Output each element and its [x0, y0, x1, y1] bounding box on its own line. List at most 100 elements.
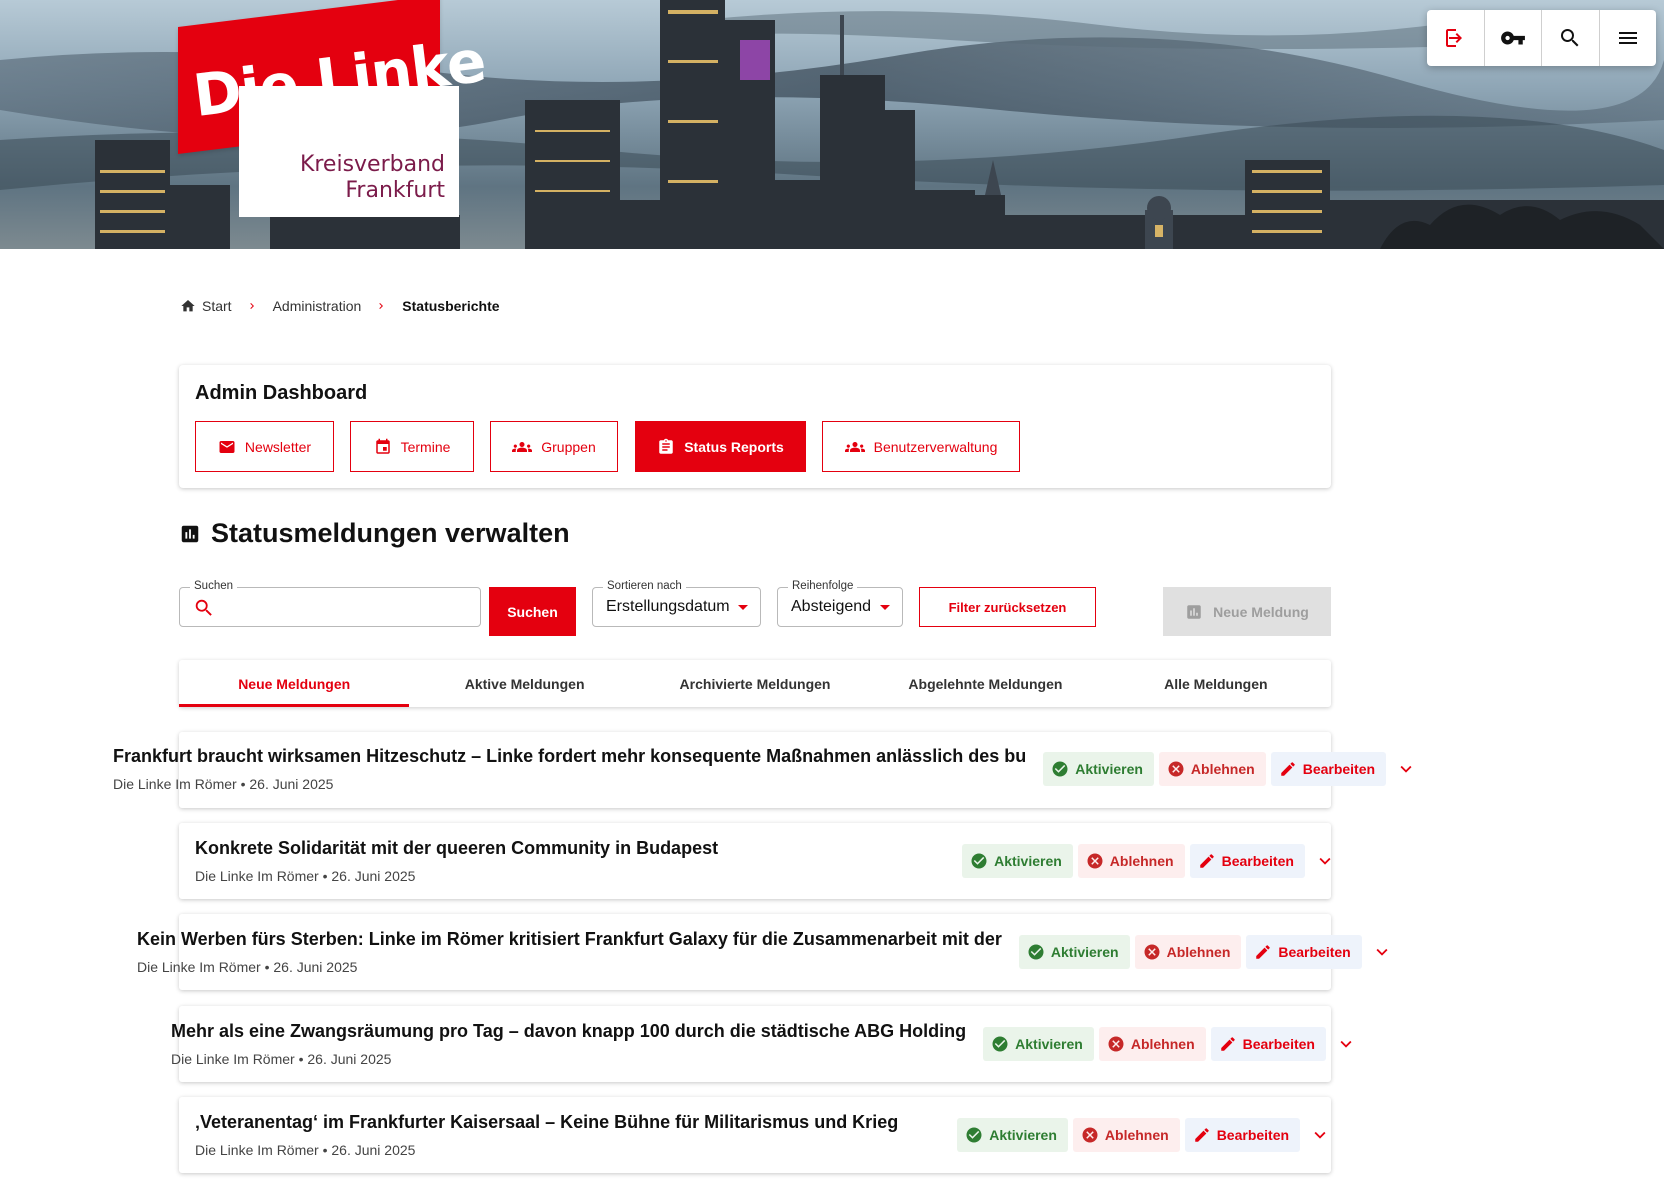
report-meta: Die Linke Im Römer • 26. Juni 2025	[195, 1142, 416, 1158]
search-icon	[195, 599, 212, 616]
report-text: Frankfurt braucht wirksamen Hitzeschutz …	[113, 746, 1026, 792]
tab-neue-meldungen[interactable]: Neue Meldungen	[179, 660, 410, 707]
edit-button[interactable]: Bearbeiten	[1189, 844, 1305, 878]
gruppen-button[interactable]: Gruppen	[490, 421, 618, 472]
password-button[interactable]	[1485, 10, 1542, 66]
check-circle-icon	[966, 1127, 982, 1143]
chevron-down-icon	[1319, 857, 1331, 865]
reject-label: Ablehnen	[1190, 761, 1255, 777]
search-field[interactable]: Suchen	[179, 580, 481, 627]
sort-value: Erstellungsdatum	[606, 598, 730, 615]
expand-button[interactable]	[1314, 850, 1336, 872]
benutzerverwaltung-button[interactable]: Benutzerverwaltung	[822, 421, 1020, 472]
search-submit-button[interactable]: Suchen	[489, 587, 576, 636]
logo-subtitle-line1: Kreisverband	[299, 152, 445, 177]
report-meta: Die Linke Im Römer • 26. Juni 2025	[137, 959, 358, 975]
pencil-icon	[1256, 945, 1271, 959]
calendar-icon	[375, 438, 390, 454]
activate-button[interactable]: Aktivieren	[957, 1118, 1068, 1152]
caret-down-icon	[880, 605, 890, 610]
cancel-circle-icon	[1082, 1127, 1098, 1143]
expand-button[interactable]	[1371, 941, 1393, 963]
caret-down-icon	[738, 605, 748, 610]
sort-label: Sortieren nach	[603, 580, 686, 592]
breadcrumb-administration[interactable]: Administration	[273, 298, 362, 314]
newsletter-label: Newsletter	[244, 438, 312, 455]
activate-label: Aktivieren	[1015, 1036, 1083, 1052]
gruppen-label: Gruppen	[541, 438, 596, 455]
chevron-down-icon	[1340, 1040, 1352, 1048]
tab-archivierte-meldungen[interactable]: Archivierte Meldungen	[640, 660, 870, 707]
expand-button[interactable]	[1335, 1033, 1357, 1055]
pencil-icon	[1280, 762, 1295, 776]
report-meta: Die Linke Im Römer • 26. Juni 2025	[113, 776, 334, 792]
report-row: Kein Werben fürs Sterben: Linke im Römer…	[137, 924, 1393, 980]
expand-button[interactable]	[1309, 1124, 1331, 1146]
edit-button[interactable]: Bearbeiten	[1246, 935, 1362, 969]
report-title[interactable]: Frankfurt braucht wirksamen Hitzeschutz …	[113, 746, 1026, 767]
activate-button[interactable]: Aktivieren	[1018, 935, 1130, 969]
reject-button[interactable]: Ablehnen	[1072, 1118, 1180, 1152]
reject-button[interactable]: Ablehnen	[1158, 752, 1266, 786]
activate-button[interactable]: Aktivieren	[983, 1027, 1094, 1061]
edit-label: Bearbeiten	[1242, 1036, 1315, 1052]
order-select[interactable]: Reihenfolge Absteigend	[777, 580, 903, 627]
activate-button[interactable]: Aktivieren	[962, 844, 1073, 878]
report-title[interactable]: Konkrete Solidarität mit der queeren Com…	[195, 838, 718, 859]
newsletter-button[interactable]: Newsletter	[195, 421, 334, 472]
tab-aktive-meldungen[interactable]: Aktive Meldungen	[409, 660, 639, 707]
edit-label: Bearbeiten	[1302, 761, 1376, 777]
logo-subtitle-box: Kreisverband Frankfurt	[239, 86, 459, 217]
edit-button[interactable]: Bearbeiten	[1210, 1027, 1326, 1061]
key-icon	[1500, 31, 1525, 45]
reject-label: Ablehnen	[1109, 853, 1174, 869]
report-row: Frankfurt braucht wirksamen Hitzeschutz …	[113, 741, 1417, 797]
chevron-right-icon	[375, 300, 387, 312]
check-circle-icon	[1028, 944, 1044, 960]
report-text: Mehr als eine Zwangsräumung pro Tag – da…	[171, 1021, 966, 1067]
edit-label: Bearbeiten	[1278, 944, 1351, 960]
activate-label: Aktivieren	[994, 853, 1062, 869]
reject-label: Ablehnen	[1130, 1036, 1195, 1052]
section-heading: Statusmeldungen verwalten	[179, 518, 570, 549]
admin-dashboard-card: Admin Dashboard Newsletter Termine Grupp…	[179, 365, 1331, 488]
edit-button[interactable]: Bearbeiten	[1270, 752, 1387, 786]
reject-button[interactable]: Ablehnen	[1134, 935, 1242, 969]
status-reports-button[interactable]: Status Reports	[635, 421, 806, 472]
tab-alle-meldungen[interactable]: Alle Meldungen	[1101, 660, 1331, 707]
sort-select[interactable]: Sortieren nach Erstellungsdatum	[592, 580, 761, 627]
breadcrumb-home[interactable]: Start	[180, 298, 232, 314]
reject-label: Ablehnen	[1166, 944, 1231, 960]
edit-label: Bearbeiten	[1221, 853, 1294, 869]
report-row: Mehr als eine Zwangsräumung pro Tag – da…	[171, 1016, 1357, 1072]
reset-filters-button[interactable]: Filter zurücksetzen	[919, 587, 1096, 627]
report-row: Konkrete Solidarität mit der queeren Com…	[195, 833, 1336, 889]
top-toolbar	[1427, 10, 1656, 66]
chevron-down-icon	[1376, 948, 1388, 956]
check-circle-icon	[971, 853, 987, 869]
new-report-button[interactable]: Neue Meldung	[1163, 587, 1331, 636]
chevron-right-icon	[246, 300, 258, 312]
cancel-circle-icon	[1144, 944, 1160, 960]
expand-button[interactable]	[1395, 758, 1417, 780]
report-title[interactable]: ‚Veteranentag‘ im Frankfurter Kaisersaal…	[195, 1112, 898, 1133]
activate-button[interactable]: Aktivieren	[1043, 752, 1154, 786]
reject-button[interactable]: Ablehnen	[1077, 844, 1185, 878]
menu-button[interactable]	[1600, 10, 1657, 66]
report-meta: Die Linke Im Römer • 26. Juni 2025	[171, 1051, 392, 1067]
logout-button[interactable]	[1427, 10, 1485, 66]
report-row: ‚Veteranentag‘ im Frankfurter Kaisersaal…	[195, 1107, 1331, 1163]
report-title[interactable]: Mehr als eine Zwangsräumung pro Tag – da…	[171, 1021, 966, 1042]
home-icon	[181, 300, 195, 312]
report-title[interactable]: Kein Werben fürs Sterben: Linke im Römer…	[137, 929, 1002, 950]
edit-button[interactable]: Bearbeiten	[1184, 1118, 1301, 1152]
termine-button[interactable]: Termine	[350, 421, 474, 472]
tab-abgelehnte-meldungen[interactable]: Abgelehnte Meldungen	[870, 660, 1100, 707]
search-button[interactable]	[1542, 10, 1600, 66]
search-icon	[1561, 29, 1579, 47]
cancel-circle-icon	[1168, 761, 1184, 777]
termine-label: Termine	[400, 438, 451, 455]
reject-button[interactable]: Ablehnen	[1098, 1027, 1206, 1061]
clipboard-icon	[659, 438, 673, 454]
reject-label: Ablehnen	[1104, 1127, 1169, 1143]
